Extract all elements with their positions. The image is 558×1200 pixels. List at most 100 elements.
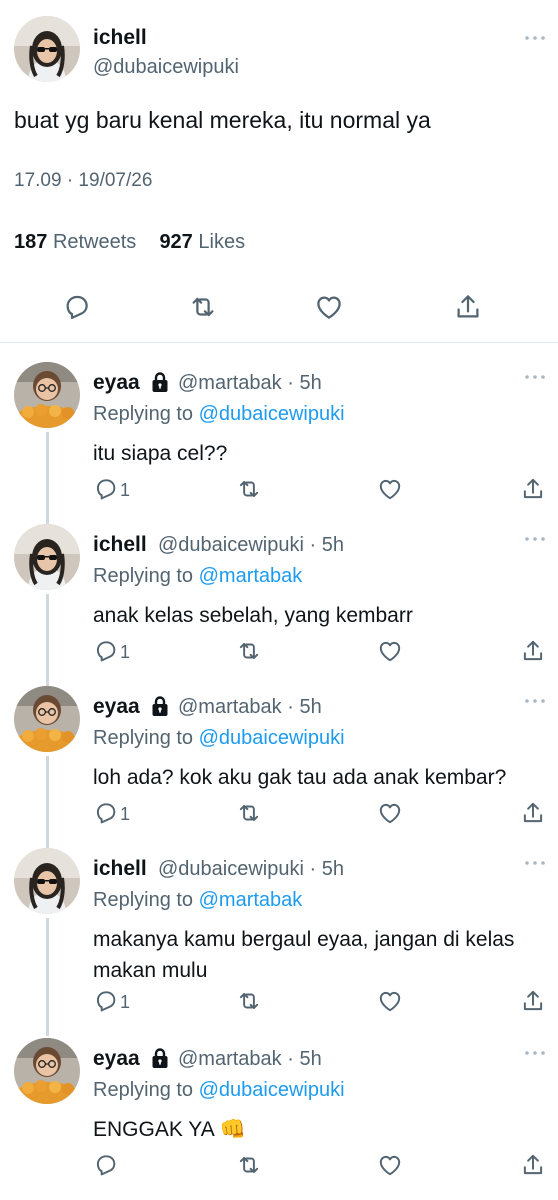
reply-icon[interactable] bbox=[62, 292, 92, 322]
tweet-stats: 187 Retweets 927 Likes bbox=[14, 231, 245, 254]
like-icon[interactable] bbox=[377, 476, 403, 502]
divider bbox=[0, 342, 558, 343]
retweets-label: Retweets bbox=[52, 231, 137, 253]
author-name[interactable]: ichell bbox=[93, 26, 147, 50]
author-name[interactable]: ichell bbox=[93, 533, 147, 557]
reply-icon[interactable] bbox=[93, 1152, 119, 1178]
retweet-icon[interactable] bbox=[236, 476, 262, 502]
like-icon[interactable] bbox=[377, 800, 403, 826]
share-icon[interactable] bbox=[520, 638, 546, 664]
reply-time: · 5h bbox=[287, 372, 322, 394]
reply-count: 1 bbox=[120, 642, 131, 662]
more-options-icon[interactable] bbox=[524, 860, 546, 866]
share-icon[interactable] bbox=[520, 1152, 546, 1178]
author-handle[interactable]: @dubaicewipuki bbox=[158, 858, 304, 880]
replying-prefix: Replying to bbox=[93, 403, 194, 425]
reply-icon[interactable] bbox=[93, 988, 119, 1014]
author-name[interactable]: eyaa bbox=[93, 1047, 140, 1071]
lock-icon bbox=[150, 1047, 170, 1069]
replying-to: Replying to @dubaicewipuki bbox=[93, 1079, 345, 1102]
replying-prefix: Replying to bbox=[93, 565, 194, 587]
share-icon[interactable] bbox=[520, 988, 546, 1014]
retweet-icon[interactable] bbox=[236, 638, 262, 664]
reply-tweet[interactable]: eyaa @martabak · 5h Replying to @dubaice… bbox=[0, 1026, 558, 1200]
author-meta: @martabak · 5h bbox=[178, 1048, 322, 1071]
mention-link[interactable]: @dubaicewipuki bbox=[199, 1079, 345, 1101]
reply-count: 1 bbox=[120, 480, 131, 500]
reply-text: ENGGAK YA 👊 bbox=[93, 1114, 246, 1145]
retweets-stat[interactable]: 187 Retweets bbox=[14, 231, 136, 253]
avatar[interactable] bbox=[14, 1038, 80, 1104]
like-icon[interactable] bbox=[377, 638, 403, 664]
reply-count: 1 bbox=[120, 804, 131, 824]
retweets-count: 187 bbox=[14, 231, 48, 253]
replying-to: Replying to @dubaicewipuki bbox=[93, 727, 345, 750]
lock-icon bbox=[150, 695, 170, 717]
reply-tweet[interactable]: ichell @dubaicewipuki · 5h Replying to @… bbox=[0, 512, 558, 674]
fist-emoji: 👊 bbox=[219, 1118, 246, 1141]
more-options-icon[interactable] bbox=[524, 374, 546, 380]
author-handle[interactable]: @martabak bbox=[178, 372, 282, 394]
avatar[interactable] bbox=[14, 686, 80, 752]
replying-prefix: Replying to bbox=[93, 1079, 194, 1101]
likes-count: 927 bbox=[159, 231, 193, 253]
reply-icon[interactable] bbox=[93, 476, 119, 502]
tweet-text: buat yg baru kenal mereka, itu normal ya bbox=[14, 107, 431, 133]
reply-icon[interactable] bbox=[93, 800, 119, 826]
reply-icon[interactable] bbox=[93, 638, 119, 664]
retweet-icon[interactable] bbox=[236, 988, 262, 1014]
avatar[interactable] bbox=[14, 524, 80, 590]
avatar[interactable] bbox=[14, 362, 80, 428]
author-name[interactable]: eyaa bbox=[93, 695, 140, 719]
retweet-icon[interactable] bbox=[236, 1152, 262, 1178]
more-options-icon[interactable] bbox=[524, 35, 546, 41]
tweet-timestamp[interactable]: 17.09 · 19/07/26 bbox=[14, 170, 152, 192]
share-icon[interactable] bbox=[520, 800, 546, 826]
author-handle[interactable]: @martabak bbox=[178, 1048, 282, 1070]
replying-to: Replying to @dubaicewipuki bbox=[93, 403, 345, 426]
like-icon[interactable] bbox=[377, 1152, 403, 1178]
mention-link[interactable]: @dubaicewipuki bbox=[199, 727, 345, 749]
author-name[interactable]: ichell bbox=[93, 857, 147, 881]
reply-text: makanya kamu bergaul eyaa, jangan di kel… bbox=[93, 924, 514, 986]
author-meta: @dubaicewipuki · 5h bbox=[158, 858, 344, 881]
reply-text: itu siapa cel?? bbox=[93, 442, 228, 465]
reply-text-line: makanya kamu bergaul eyaa, jangan di kel… bbox=[93, 928, 515, 951]
reply-tweet[interactable]: eyaa @martabak · 5h Replying to @dubaice… bbox=[0, 674, 558, 836]
author-meta: @dubaicewipuki · 5h bbox=[158, 534, 344, 557]
like-icon[interactable] bbox=[314, 292, 344, 322]
reply-tweet[interactable]: ichell @dubaicewipuki · 5h Replying to @… bbox=[0, 836, 558, 1026]
reply-text-line: makan mulu bbox=[93, 959, 208, 982]
author-handle[interactable]: @martabak bbox=[178, 696, 282, 718]
mention-link[interactable]: @martabak bbox=[199, 889, 303, 911]
mention-link[interactable]: @martabak bbox=[199, 565, 303, 587]
share-icon[interactable] bbox=[453, 292, 483, 322]
more-options-icon[interactable] bbox=[524, 698, 546, 704]
replying-prefix: Replying to bbox=[93, 889, 194, 911]
author-handle[interactable]: @dubaicewipuki bbox=[93, 56, 239, 79]
likes-stat[interactable]: 927 Likes bbox=[159, 231, 245, 253]
author-handle[interactable]: @dubaicewipuki bbox=[158, 534, 304, 556]
more-options-icon[interactable] bbox=[524, 1050, 546, 1056]
reply-text: loh ada? kok aku gak tau ada anak kembar… bbox=[93, 766, 507, 789]
replying-to: Replying to @martabak bbox=[93, 565, 302, 588]
avatar[interactable] bbox=[14, 16, 80, 82]
reply-time: · 5h bbox=[309, 858, 344, 880]
author-meta: @martabak · 5h bbox=[178, 372, 322, 395]
author-name[interactable]: eyaa bbox=[93, 371, 140, 395]
reply-count: 1 bbox=[120, 992, 131, 1012]
replying-to: Replying to @martabak bbox=[93, 889, 302, 912]
like-icon[interactable] bbox=[377, 988, 403, 1014]
more-options-icon[interactable] bbox=[524, 536, 546, 542]
retweet-icon[interactable] bbox=[188, 292, 218, 322]
reply-tweet[interactable]: eyaa @martabak · 5h Replying to @dubaice… bbox=[0, 350, 558, 512]
reply-time: · 5h bbox=[287, 1048, 322, 1070]
mention-link[interactable]: @dubaicewipuki bbox=[199, 403, 345, 425]
retweet-icon[interactable] bbox=[236, 800, 262, 826]
reply-time: · 5h bbox=[287, 696, 322, 718]
share-icon[interactable] bbox=[520, 476, 546, 502]
reply-text-content: ENGGAK YA bbox=[93, 1118, 214, 1141]
replying-prefix: Replying to bbox=[93, 727, 194, 749]
main-tweet: ichell @dubaicewipuki buat yg baru kenal… bbox=[0, 0, 558, 342]
avatar[interactable] bbox=[14, 848, 80, 914]
